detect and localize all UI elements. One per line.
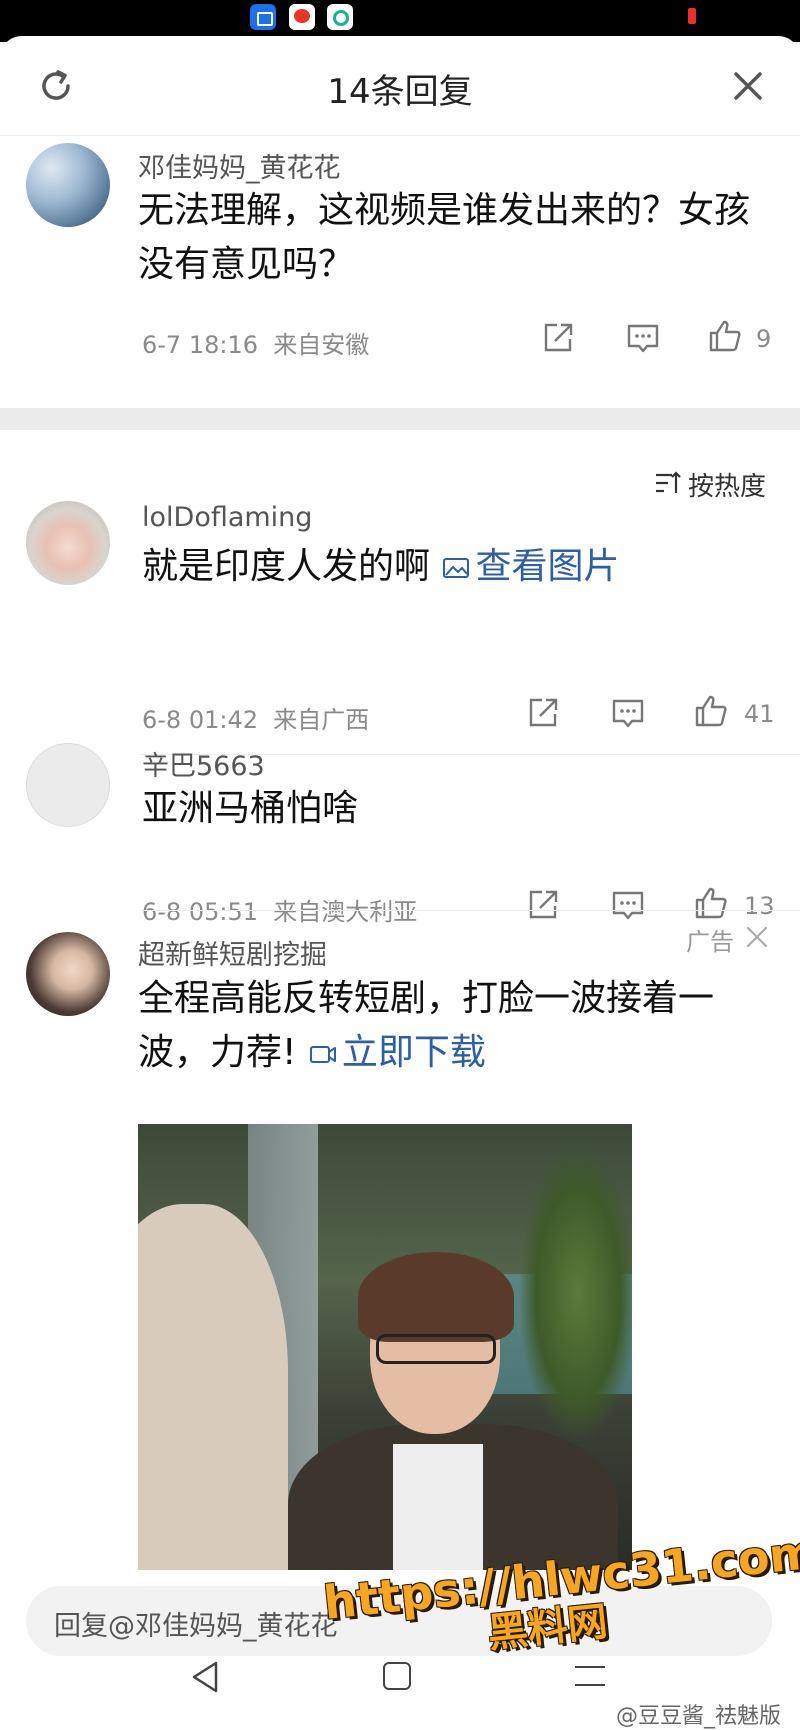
- avatar[interactable]: [26, 501, 110, 585]
- reply-text: 亚洲马桶怕啥: [142, 788, 359, 829]
- sort-icon[interactable]: [654, 470, 682, 496]
- comment-icon[interactable]: [611, 696, 645, 730]
- sheet-header: 14条回复: [0, 36, 800, 136]
- ad-username[interactable]: 超新鲜短剧挖掘: [138, 933, 327, 972]
- close-icon[interactable]: [728, 66, 768, 106]
- share-icon[interactable]: [526, 696, 560, 730]
- reply-text-body: 就是印度人发的啊: [142, 546, 431, 587]
- download-link[interactable]: 立即下载: [342, 1032, 486, 1073]
- share-icon[interactable]: [541, 321, 575, 355]
- reply-location: 来自广西: [273, 706, 370, 734]
- like-count: 41: [744, 700, 775, 728]
- image-icon: [443, 558, 470, 578]
- comment-icon[interactable]: [611, 888, 645, 922]
- comment-username[interactable]: 邓佳妈妈_黄花花: [138, 146, 341, 185]
- reply-divider: [140, 910, 800, 911]
- sort-button[interactable]: 按热度: [688, 466, 766, 503]
- avatar[interactable]: [26, 143, 110, 227]
- reply-time: 6-8 05:51: [142, 898, 258, 926]
- like-count: 13: [744, 892, 775, 920]
- reply-username[interactable]: lolDoflaming: [142, 502, 312, 533]
- reply-location: 来自澳大利亚: [273, 898, 418, 926]
- comment-time: 6-7 18:16: [142, 331, 258, 359]
- reply-meta: 6-8 01:42 来自广西: [142, 700, 369, 735]
- reply-placeholder: 回复@邓佳妈妈_黄花花: [54, 1611, 338, 1642]
- like-icon[interactable]: [694, 886, 728, 920]
- ad-video-thumbnail[interactable]: [138, 1124, 632, 1570]
- reply-time: 6-8 01:42: [142, 706, 258, 734]
- files-app-icon: [250, 4, 276, 30]
- weibo-app-icon: [289, 4, 315, 30]
- ad-close-icon[interactable]: [744, 924, 770, 950]
- view-image-link[interactable]: 查看图片: [475, 546, 619, 587]
- back-icon[interactable]: [190, 1660, 220, 1694]
- reply-username[interactable]: 辛巴5663: [142, 744, 265, 783]
- ad-text: 全程高能反转短剧，打脸一波接着一波，力荐! 立即下载: [138, 972, 768, 1080]
- avatar[interactable]: [26, 743, 110, 827]
- app-notification-icon: [327, 4, 353, 30]
- share-icon[interactable]: [526, 888, 560, 922]
- like-icon[interactable]: [694, 694, 728, 728]
- video-icon: [309, 1046, 336, 1063]
- like-count: 9: [756, 325, 772, 353]
- comment-location: 来自安徽: [273, 331, 370, 359]
- comment-text: 无法理解，这视频是谁发出来的？女孩没有意见吗？: [138, 190, 751, 285]
- sheet-title: 14条回复: [327, 72, 473, 112]
- credit-text: @豆豆酱_祛魅版: [616, 1704, 782, 1729]
- replies-sheet: 14条回复 邓佳妈妈_黄花花 无法理解，这视频是谁发出来的？女孩没有意见吗？ 6…: [0, 36, 800, 1730]
- battery-icon: [688, 8, 696, 24]
- comment-icon[interactable]: [626, 321, 660, 355]
- comment-meta: 6-7 18:16 来自安徽: [142, 325, 369, 360]
- ad-avatar[interactable]: [26, 932, 110, 1016]
- ad-tag: 广告: [686, 928, 734, 956]
- menu-icon[interactable]: [575, 1666, 605, 1686]
- like-icon[interactable]: [708, 319, 742, 353]
- section-divider: [0, 408, 800, 430]
- reply-text: 就是印度人发的啊 查看图片: [142, 540, 619, 594]
